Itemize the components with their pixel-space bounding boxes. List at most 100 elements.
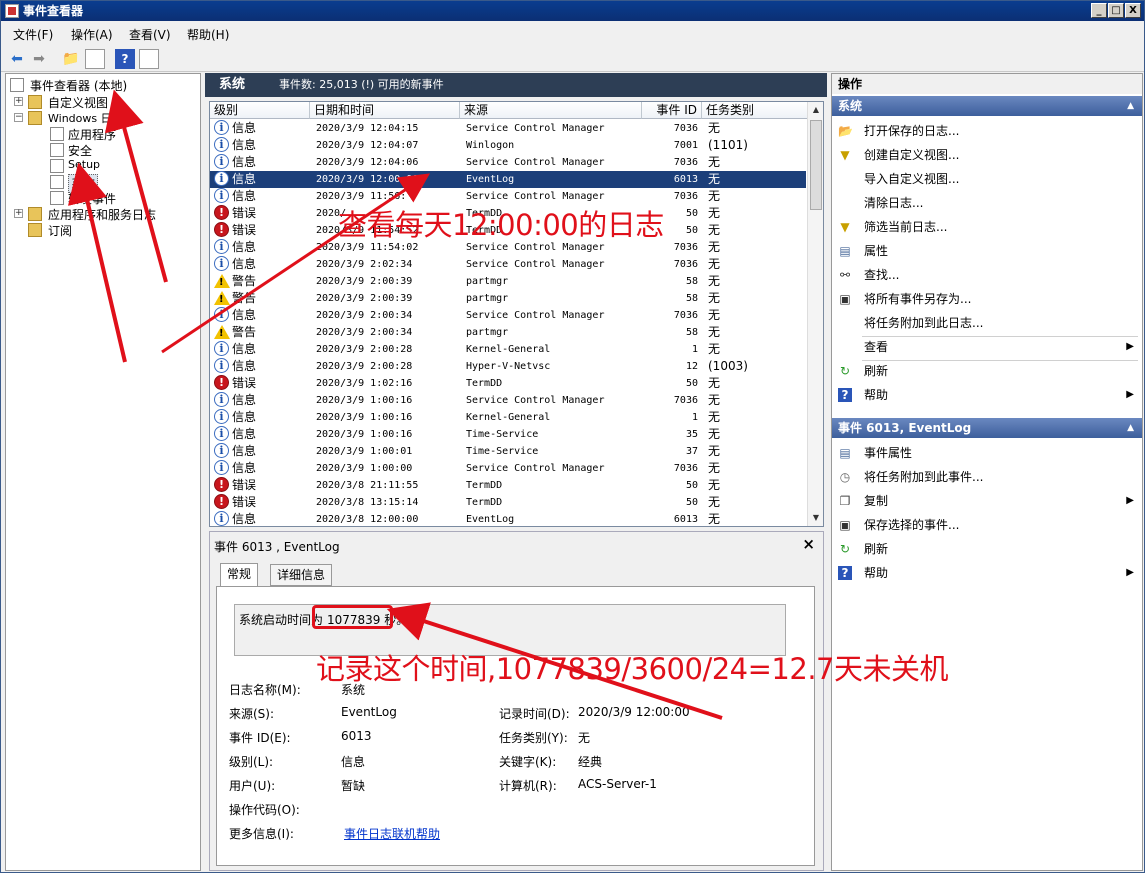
help-icon[interactable]: ? (115, 49, 135, 69)
source-label: 来源(S): (229, 707, 275, 721)
expand-icon[interactable]: + (14, 209, 23, 218)
action-item[interactable]: ▼ 创建自定义视图... (836, 144, 1140, 166)
column-task-category[interactable]: 任务类别 (702, 102, 808, 119)
forward-icon[interactable]: ➡ (29, 49, 49, 69)
table-row[interactable]: i 信息 2020/3/9 1:00:16 Time-Service 35 无 (210, 426, 806, 443)
section-system-label: 系统 (838, 99, 863, 113)
collapse-icon[interactable]: − (14, 113, 23, 122)
minimize-button[interactable]: _ (1091, 3, 1107, 18)
table-row[interactable]: i 信息 2020/3/9 2:00:28 Hyper-V-Netvsc 12 (1003… (210, 358, 806, 375)
tab-general[interactable]: 常规 (220, 563, 259, 587)
cell-source: Service Control Manager (466, 123, 605, 134)
cell-level: 错误 (232, 206, 257, 220)
action-item[interactable]: 查看 ▶ (836, 336, 1140, 358)
menu-help[interactable]: 帮助(H) (187, 26, 229, 43)
actions-section-system[interactable]: 系统 ▲ (832, 96, 1142, 116)
table-row[interactable]: i 信息 2020/3/8 12:00:00 EventLog 6013 无 (210, 511, 806, 526)
help-icon: ? (838, 566, 852, 580)
action-item[interactable]: 导入自定义视图... (836, 168, 1140, 190)
cell-level: 信息 (232, 410, 257, 424)
action-item[interactable]: ▣ 保存选择的事件... (836, 514, 1140, 536)
table-row[interactable]: ! 错误 2020/3/8 21:11:55 TermDD 50 无 (210, 477, 806, 494)
maximize-button[interactable]: □ (1108, 3, 1124, 18)
action-item[interactable]: ▣ 将所有事件另存为... (836, 288, 1140, 310)
menu-view[interactable]: 查看(V) (129, 26, 171, 43)
table-row[interactable]: i 信息 2020/3/9 12:00:00 EventLog 6013 无 (210, 171, 806, 188)
scroll-thumb[interactable] (810, 120, 822, 210)
collapse-icon[interactable]: ▲ (1127, 96, 1134, 116)
table-row[interactable]: ! 错误 2020/3/9 1:02:16 TermDD 50 无 (210, 375, 806, 392)
up-folder-icon[interactable]: 📁 (61, 49, 81, 69)
action-item[interactable]: ❐ 复制 ▶ (836, 490, 1140, 512)
folder-icon (28, 95, 42, 109)
event-list: 级别 日期和时间 来源 事件 ID 任务类别 i 信息 2020/3/9 12:04… (209, 101, 824, 527)
scroll-up-arrow[interactable]: ▲ (809, 103, 823, 117)
list-scrollbar[interactable]: ▲ ▼ (807, 102, 823, 526)
back-icon[interactable]: ⬅ (7, 49, 27, 69)
properties-icon: ▤ (839, 244, 851, 258)
more-info-label: 更多信息(I): (229, 827, 294, 841)
show-hide-tree-icon[interactable] (85, 49, 105, 69)
properties-icon[interactable] (139, 49, 159, 69)
cell-level: 警告 (232, 291, 257, 305)
menu-file[interactable]: 文件(F) (13, 26, 53, 43)
tree-app-services-logs[interactable]: + 应用程序和服务日志 (14, 206, 204, 222)
table-row[interactable]: i 信息 2020/3/9 1:00:16 Kernel-General 1 无 (210, 409, 806, 426)
tree-custom-views[interactable]: + 自定义视图 (14, 94, 194, 110)
cell-task-category: 无 (708, 121, 721, 135)
event-viewer-icon (5, 4, 19, 18)
scroll-down-arrow[interactable]: ▼ (809, 511, 823, 525)
description-text: 系统启动时间为 (239, 613, 324, 627)
table-row[interactable]: i 信息 2020/3/9 2:00:34 Service Control Manag… (210, 307, 806, 324)
action-item[interactable]: ? 帮助 ▶ (836, 384, 1140, 406)
detail-close-button[interactable]: × (802, 535, 815, 553)
table-row[interactable]: i 信息 2020/3/9 2:02:34 Service Control Manag… (210, 256, 806, 273)
help-icon: ? (838, 388, 852, 402)
action-item[interactable]: ◷ 将任务附加到此事件... (836, 466, 1140, 488)
column-event-id[interactable]: 事件 ID (642, 102, 702, 119)
action-item[interactable]: 📂 打开保存的日志... (836, 120, 1140, 142)
column-source[interactable]: 来源 (460, 102, 642, 119)
action-item[interactable]: ⚯ 查找... (836, 264, 1140, 286)
tree-windows-logs[interactable]: − Windows 日志 (14, 110, 194, 126)
cell-event-id: 7036 (673, 463, 698, 474)
action-item[interactable]: 将任务附加到此日志... (836, 312, 1140, 334)
cell-level: 信息 (232, 121, 257, 135)
online-help-link[interactable]: 事件日志联机帮助 (344, 825, 440, 842)
actions-section-event[interactable]: 事件 6013, EventLog ▲ (832, 418, 1142, 438)
table-row[interactable]: i 信息 2020/3/9 12:04:06 Service Control Mana… (210, 154, 806, 171)
action-item[interactable]: ▤ 属性 (836, 240, 1140, 262)
opcode-label: 操作代码(O): (229, 803, 300, 817)
log-name-label: 日志名称(M): (229, 683, 301, 697)
table-row[interactable]: 警告 2020/3/9 2:00:39 partmgr 58 无 (210, 273, 806, 290)
center-pane: 系统 事件数: 25,013 (!) 可用的新事件 级别 日期和时间 来源 事件… (205, 73, 827, 871)
tab-details[interactable]: 详细信息 (270, 564, 333, 586)
table-row[interactable]: 警告 2020/3/9 2:00:39 partmgr 58 无 (210, 290, 806, 307)
collapse-icon[interactable]: ▲ (1127, 418, 1134, 438)
table-row[interactable]: i 信息 2020/3/9 12:04:07 Winlogon 7001 (1101) (210, 137, 806, 154)
menu-action[interactable]: 操作(A) (71, 26, 113, 43)
info-icon: i (214, 443, 229, 458)
action-item[interactable]: ? 帮助 ▶ (836, 562, 1140, 584)
computer-label: 计算机(R): (499, 779, 557, 793)
action-item[interactable]: ↻ 刷新 (836, 538, 1140, 560)
table-row[interactable]: i 信息 2020/3/9 12:04:15 Service Control Mana… (210, 120, 806, 137)
column-level[interactable]: 级别 (210, 102, 310, 119)
cell-event-id: 37 (685, 446, 698, 457)
close-button[interactable]: X (1125, 3, 1141, 18)
table-row[interactable]: 警告 2020/3/9 2:00:34 partmgr 58 无 (210, 324, 806, 341)
cell-source: Kernel-General (466, 412, 551, 423)
table-row[interactable]: ! 错误 2020/3/8 13:15:14 TermDD 50 无 (210, 494, 806, 511)
table-row[interactable]: i 信息 2020/3/9 1:00:16 Service Control Manag… (210, 392, 806, 409)
action-label: 将所有事件另存为... (864, 292, 972, 306)
table-row[interactable]: i 信息 2020/3/9 2:00:28 Kernel-General 1 无 (210, 341, 806, 358)
action-item[interactable]: ↻ 刷新 (836, 360, 1140, 382)
action-item[interactable]: ▤ 事件属性 (836, 442, 1140, 464)
action-item[interactable]: ▼ 筛选当前日志... (836, 216, 1140, 238)
table-row[interactable]: i 信息 2020/3/9 1:00:00 Service Control Manag… (210, 460, 806, 477)
action-item[interactable]: 清除日志... (836, 192, 1140, 214)
column-datetime[interactable]: 日期和时间 (310, 102, 460, 119)
event-count: 事件数: 25,013 (!) 可用的新事件 (279, 78, 444, 91)
table-row[interactable]: i 信息 2020/3/9 1:00:01 Time-Service 37 无 (210, 443, 806, 460)
expand-icon[interactable]: + (14, 97, 23, 106)
